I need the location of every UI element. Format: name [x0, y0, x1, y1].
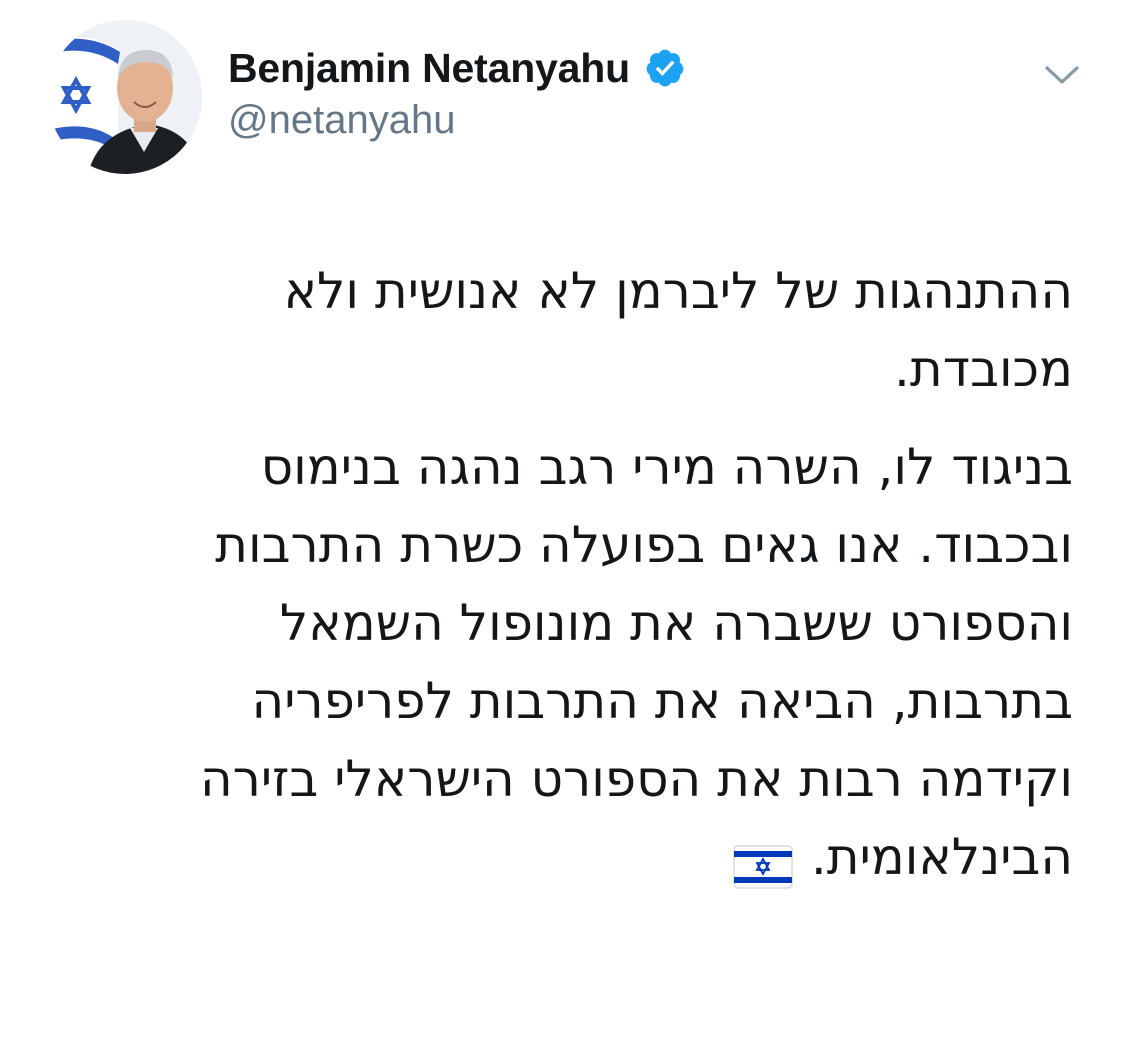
tweet-line: מכובדת.	[894, 340, 1073, 398]
tweet-line: וקידמה רבות את הספורט הישראלי בזירה	[200, 750, 1073, 808]
tweet-line: ובכבוד. אנו גאים בפועלה כשרת התרבות	[215, 516, 1073, 574]
avatar[interactable]	[48, 20, 202, 174]
tweet-line: ההתנהגות של ליברמן לא אנושית ולא	[283, 262, 1073, 320]
author-handle[interactable]: @netanyahu	[228, 98, 455, 143]
tweet-line: והספורט ששברה את מונופול השמאל	[279, 594, 1073, 652]
tweet-line: בניגוד לו, השרה מירי רגב נהגה בנימוס	[260, 438, 1073, 496]
author-name-row: Benjamin Netanyahu	[228, 42, 686, 94]
israel-flag-icon	[733, 833, 793, 889]
tweet-paragraph: ההתנהגות של ליברמן לא אנושית ולא מכובדת.	[53, 252, 1073, 408]
author-display-name[interactable]: Benjamin Netanyahu	[228, 45, 630, 92]
chevron-down-icon[interactable]	[1042, 60, 1082, 90]
tweet-paragraph: בניגוד לו, השרה מירי רגב נהגה בנימוס ובכ…	[53, 428, 1073, 896]
profile-photo	[48, 20, 202, 174]
tweet-text: ההתנהגות של ליברמן לא אנושית ולא מכובדת.…	[53, 252, 1073, 896]
tweet-last-line: הבינלאומית.	[53, 818, 1073, 896]
tweet: Benjamin Netanyahu @netanyahu ההתנהגות ש…	[0, 0, 1125, 1043]
verified-badge-icon	[644, 47, 686, 89]
tweet-line: בתרבות, הביאה את התרבות לפריפריה	[251, 672, 1073, 730]
tweet-line: הבינלאומית.	[810, 828, 1073, 886]
